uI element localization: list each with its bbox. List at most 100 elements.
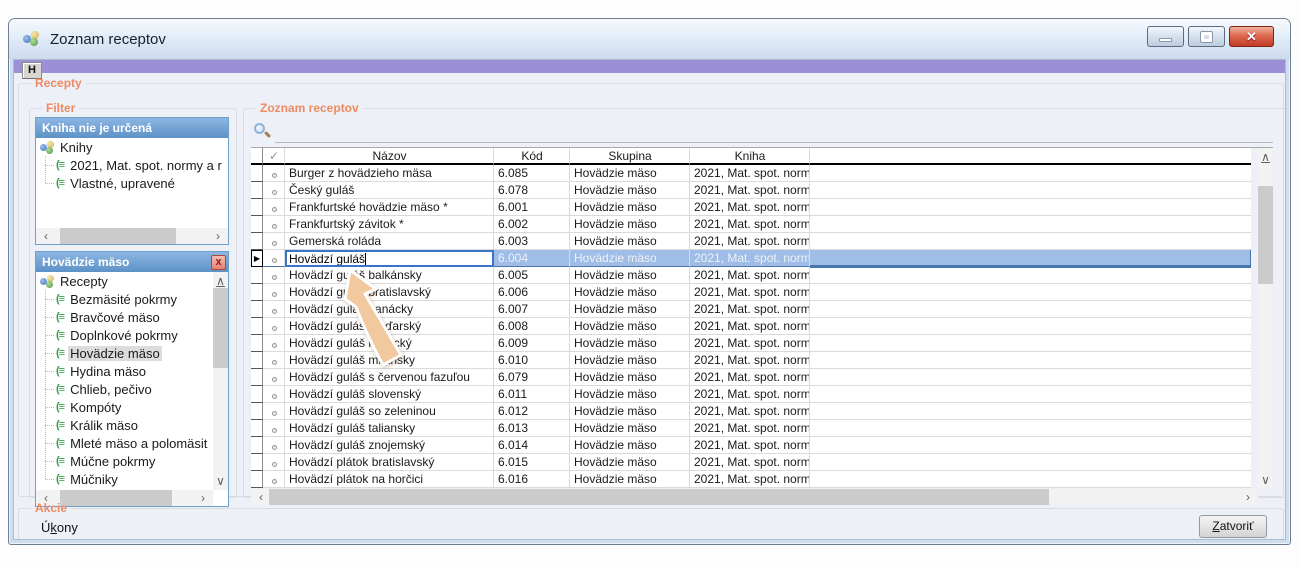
name-cell[interactable]: Český guláš	[285, 182, 494, 199]
group-cell[interactable]: Hovädzie mäso	[570, 403, 690, 420]
book-cell[interactable]: 2021, Mat. spot. normy a	[690, 454, 810, 471]
code-cell[interactable]: 6.013	[494, 420, 570, 437]
book-cell[interactable]: 2021, Mat. spot. normy a	[690, 301, 810, 318]
group-cell[interactable]: Hovädzie mäso	[570, 233, 690, 250]
table-row[interactable]: Hovädzí guláš taliansky6.013Hovädzie mäs…	[251, 420, 1273, 437]
name-cell[interactable]: Burger z hovädzieho mäsa	[285, 165, 494, 182]
book-cell[interactable]: 2021, Mat. spot. normy a	[690, 437, 810, 454]
table-row[interactable]: Frankfurtský závitok *6.002Hovädzie mäso…	[251, 216, 1273, 233]
code-cell[interactable]: 6.078	[494, 182, 570, 199]
group-cell[interactable]: Hovädzie mäso	[570, 352, 690, 369]
name-cell[interactable]: Hovädzí guláš hanácky	[285, 301, 494, 318]
tree-item[interactable]: (≡Králik mäso	[36, 416, 213, 434]
code-cell[interactable]: 6.002	[494, 216, 570, 233]
name-cell[interactable]: Hovädzí guláš slovenský	[285, 386, 494, 403]
record-cell[interactable]	[263, 369, 285, 386]
scroll-down-icon[interactable]: ∨	[213, 474, 228, 488]
record-cell[interactable]	[263, 165, 285, 182]
table-row[interactable]: Hovädzí plátok bratislavský6.015Hovädzie…	[251, 454, 1273, 471]
name-cell[interactable]: Hovädzí guláš milánsky	[285, 352, 494, 369]
group-cell[interactable]: Hovädzie mäso	[570, 318, 690, 335]
record-cell[interactable]	[263, 352, 285, 369]
name-cell[interactable]: Hovädzí guláš balkánsky	[285, 267, 494, 284]
table-row[interactable]: Frankfurtské hovädzie mäso *6.001Hovädzi…	[251, 199, 1273, 216]
books-hscroll-thumb[interactable]	[60, 228, 176, 244]
table-row[interactable]: Hovädzí guláš znojemský6.014Hovädzie mäs…	[251, 437, 1273, 454]
table-row[interactable]: Hovädzí guláš bratislavský6.006Hovädzie …	[251, 284, 1273, 301]
record-cell[interactable]	[263, 403, 285, 420]
group-cell[interactable]: Hovädzie mäso	[570, 335, 690, 352]
table-row[interactable]: Hovädzí guláš hanácky6.007Hovädzie mäso2…	[251, 301, 1273, 318]
table-vscrollbar[interactable]: ∧ ∨	[1258, 148, 1273, 489]
book-cell[interactable]: 2021, Mat. spot. normy a	[690, 216, 810, 233]
record-cell[interactable]	[263, 335, 285, 352]
panel-books-header[interactable]: Kniha nie je určená	[36, 118, 228, 138]
name-cell[interactable]: Hovädzí guláš so zeleninou	[285, 403, 494, 420]
record-cell[interactable]	[263, 437, 285, 454]
tree-item[interactable]: (≡Vlastné, upravené	[36, 174, 228, 192]
code-cell[interactable]: 6.008	[494, 318, 570, 335]
group-cell[interactable]: Hovädzie mäso	[570, 301, 690, 318]
tree-root-item[interactable]: Knihy	[36, 138, 228, 156]
record-cell[interactable]	[263, 267, 285, 284]
tree-item[interactable]: (≡Doplnkové pokrmy	[36, 326, 213, 344]
book-cell[interactable]: 2021, Mat. spot. normy a	[690, 386, 810, 403]
code-cell[interactable]: 6.006	[494, 284, 570, 301]
tree-item[interactable]: (≡2021, Mat. spot. normy a r	[36, 156, 228, 174]
scroll-down-icon[interactable]: ∨	[1258, 473, 1273, 487]
code-cell[interactable]: 6.005	[494, 267, 570, 284]
panel-close-icon[interactable]: x	[211, 255, 226, 270]
book-cell[interactable]: 2021, Mat. spot. normy a	[690, 250, 810, 267]
table-row[interactable]: Hovädzí guláš maďarský6.008Hovädzie mäso…	[251, 318, 1273, 335]
tree-item[interactable]: (≡Hovädzie mäso	[36, 344, 213, 362]
column-header[interactable]: Kód	[494, 148, 570, 165]
maximize-button[interactable]	[1188, 26, 1225, 47]
record-cell[interactable]	[263, 250, 285, 267]
name-cell-editor[interactable]: Hovädzí guláš	[285, 250, 494, 267]
book-cell[interactable]: 2021, Mat. spot. normy a	[690, 318, 810, 335]
close-button[interactable]: ✕	[1229, 26, 1274, 47]
window-titlebar[interactable]: Zoznam receptov ✕	[9, 19, 1290, 59]
tree-item[interactable]: (≡Mleté mäso a polomäsit	[36, 434, 213, 452]
code-cell[interactable]: 6.003	[494, 233, 570, 250]
book-cell[interactable]: 2021, Mat. spot. normy a	[690, 471, 810, 488]
book-cell[interactable]: 2021, Mat. spot. normy a	[690, 369, 810, 386]
books-hscrollbar[interactable]: ‹ ›	[36, 228, 228, 244]
book-cell[interactable]: 2021, Mat. spot. normy a	[690, 284, 810, 301]
record-cell[interactable]	[263, 284, 285, 301]
table-row[interactable]: Hovädzí guláš slovenský6.011Hovädzie mäs…	[251, 386, 1273, 403]
code-cell[interactable]: 6.015	[494, 454, 570, 471]
table-row[interactable]: Hovädzí guláš s červenou fazuľou6.079Hov…	[251, 369, 1273, 386]
group-cell[interactable]: Hovädzie mäso	[570, 267, 690, 284]
record-cell[interactable]	[263, 182, 285, 199]
minimize-button[interactable]	[1147, 26, 1184, 47]
record-cell[interactable]	[263, 471, 285, 488]
group-cell[interactable]: Hovädzie mäso	[570, 386, 690, 403]
check-column-header[interactable]: ✓	[263, 148, 285, 165]
record-cell[interactable]	[263, 386, 285, 403]
table-row[interactable]: ▶Hovädzí guláš6.004Hovädzie mäso2021, Ma…	[251, 250, 1273, 267]
book-cell[interactable]: 2021, Mat. spot. normy a	[690, 165, 810, 182]
table-row[interactable]: Hovädzí plátok na horčici6.016Hovädzie m…	[251, 471, 1273, 488]
book-cell[interactable]: 2021, Mat. spot. normy a	[690, 233, 810, 250]
code-cell[interactable]: 6.009	[494, 335, 570, 352]
name-cell[interactable]: Hovädzí guláš taliansky	[285, 420, 494, 437]
table-vscroll-thumb[interactable]	[1258, 186, 1273, 284]
table-row[interactable]: Burger z hovädzieho mäsa6.085Hovädzie mä…	[251, 165, 1273, 182]
name-cell[interactable]: Hovädzí guláš mexický	[285, 335, 494, 352]
group-cell[interactable]: Hovädzie mäso	[570, 216, 690, 233]
code-cell[interactable]: 6.007	[494, 301, 570, 318]
scroll-left-icon[interactable]: ‹	[38, 229, 54, 243]
tree-item[interactable]: (≡Kompóty	[36, 398, 213, 416]
column-header[interactable]: Názov	[285, 148, 494, 165]
name-cell[interactable]: Frankfurtský závitok *	[285, 216, 494, 233]
group-cell[interactable]: Hovädzie mäso	[570, 471, 690, 488]
record-cell[interactable]	[263, 454, 285, 471]
name-cell[interactable]: Hovädzí plátok bratislavský	[285, 454, 494, 471]
group-cell[interactable]: Hovädzie mäso	[570, 437, 690, 454]
code-cell[interactable]: 6.001	[494, 199, 570, 216]
column-header[interactable]: Kniha	[690, 148, 810, 165]
tree-item[interactable]: (≡Múčniky	[36, 470, 213, 488]
search-input[interactable]	[277, 123, 1271, 141]
record-cell[interactable]	[263, 233, 285, 250]
